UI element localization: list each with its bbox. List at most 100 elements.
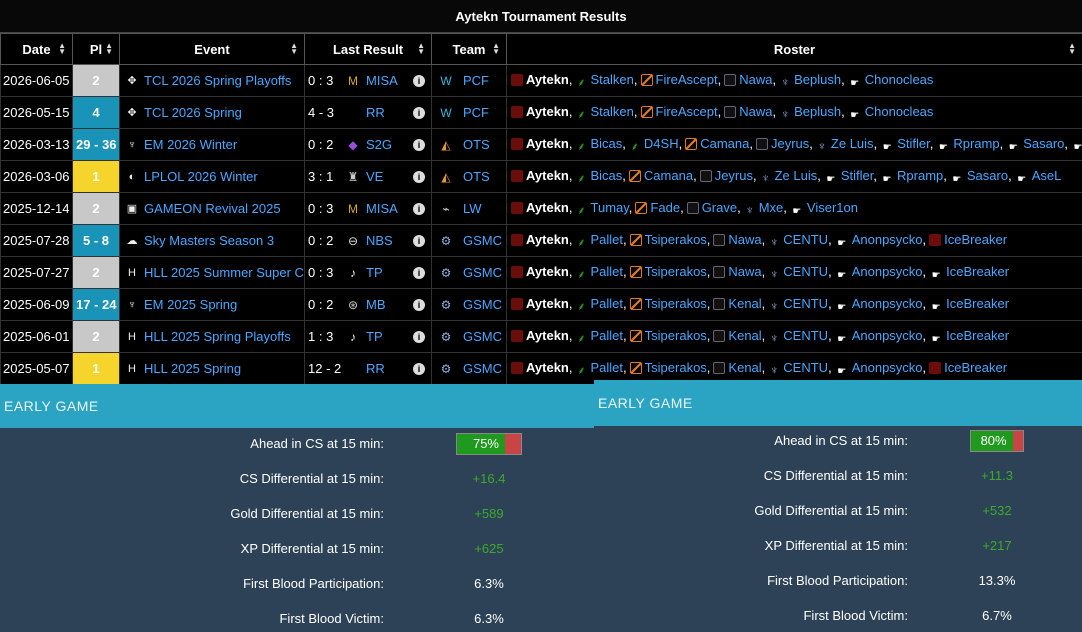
sort-icon[interactable]: ▲ ▼ bbox=[1068, 42, 1076, 56]
event-link[interactable]: GAMEON Revival 2025 bbox=[144, 201, 281, 216]
player-link[interactable]: IceBreaker bbox=[946, 296, 1009, 311]
player-link[interactable]: FireAscept bbox=[656, 72, 718, 87]
team-link[interactable]: GSMC bbox=[463, 265, 502, 280]
player-link[interactable]: Camana bbox=[644, 168, 693, 183]
col-header-date[interactable]: Date ▲ ▼ bbox=[0, 33, 73, 65]
event-link[interactable]: HLL 2025 Summer Super Cup bbox=[144, 265, 304, 280]
col-header-last-result[interactable]: Last Result ▲ ▼ bbox=[304, 33, 432, 65]
player-link[interactable]: Stalken bbox=[591, 104, 634, 119]
team-cell[interactable]: ◭ OTS bbox=[431, 160, 507, 193]
player-link[interactable]: Nawa bbox=[728, 232, 761, 247]
player-link[interactable]: Beplush bbox=[794, 104, 841, 119]
opponent-link[interactable]: RR bbox=[366, 361, 385, 376]
team-link[interactable]: OTS bbox=[463, 137, 490, 152]
player-link[interactable]: Tsiperakos bbox=[645, 232, 707, 247]
event-cell[interactable]: ☁ Sky Masters Season 3 bbox=[119, 224, 305, 257]
team-link[interactable]: GSMC bbox=[463, 361, 502, 376]
player-link[interactable]: Pallet bbox=[591, 360, 624, 375]
opponent-link[interactable]: MB bbox=[366, 297, 386, 312]
player-link[interactable]: Tumay bbox=[591, 200, 629, 215]
player-link[interactable]: Kenal bbox=[728, 296, 761, 311]
player-link[interactable]: Aytekn bbox=[526, 72, 569, 87]
player-link[interactable]: CENTU bbox=[783, 296, 828, 311]
event-cell[interactable]: ♆ EM 2026 Winter bbox=[119, 128, 305, 161]
info-icon[interactable]: i bbox=[413, 106, 425, 119]
player-link[interactable]: Aytekn bbox=[526, 136, 569, 151]
col-header-team[interactable]: Team ▲ ▼ bbox=[431, 33, 507, 65]
player-link[interactable]: CENTU bbox=[783, 360, 828, 375]
player-link[interactable]: Pallet bbox=[591, 264, 624, 279]
sort-icon[interactable]: ▲ ▼ bbox=[105, 42, 113, 56]
player-link[interactable]: Sasaro bbox=[967, 168, 1008, 183]
team-link[interactable]: LW bbox=[463, 201, 482, 216]
team-cell[interactable]: ⌁ LW bbox=[431, 192, 507, 225]
opponent-link[interactable]: VE bbox=[366, 169, 383, 184]
event-link[interactable]: TCL 2026 Spring Playoffs bbox=[144, 73, 291, 88]
opponent-link[interactable]: MISA bbox=[366, 73, 398, 88]
player-link[interactable]: Jeyrus bbox=[771, 136, 809, 151]
player-link[interactable]: Aytekn bbox=[526, 360, 569, 375]
opponent-link[interactable]: TP bbox=[366, 265, 383, 280]
event-cell[interactable]: ◐ LPLOL 2026 Winter bbox=[119, 160, 305, 193]
sort-icon[interactable]: ▲ ▼ bbox=[290, 42, 298, 56]
team-cell[interactable]: ⚙ GSMC bbox=[431, 288, 507, 321]
player-link[interactable]: Aytekn bbox=[526, 296, 569, 311]
event-cell[interactable]: ✥ TCL 2026 Spring bbox=[119, 96, 305, 129]
player-link[interactable]: Ze Luis bbox=[831, 136, 874, 151]
col-header-event[interactable]: Event ▲ ▼ bbox=[119, 33, 305, 65]
player-link[interactable]: Aytekn bbox=[526, 328, 569, 343]
player-link[interactable]: Viser1on bbox=[807, 200, 858, 215]
event-cell[interactable]: ♆ EM 2025 Spring bbox=[119, 288, 305, 321]
event-link[interactable]: LPLOL 2026 Winter bbox=[144, 169, 258, 184]
event-cell[interactable]: ▣ GAMEON Revival 2025 bbox=[119, 192, 305, 225]
player-link[interactable]: IceBreaker bbox=[946, 264, 1009, 279]
player-link[interactable]: Aytekn bbox=[526, 264, 569, 279]
team-cell[interactable]: ⚙ GSMC bbox=[431, 224, 507, 257]
col-header-pl[interactable]: Pl ▲ ▼ bbox=[72, 33, 120, 65]
opponent-link[interactable]: RR bbox=[366, 105, 385, 120]
event-link[interactable]: EM 2025 Spring bbox=[144, 297, 237, 312]
player-link[interactable]: Rpramp bbox=[897, 168, 943, 183]
sort-icon[interactable]: ▲ ▼ bbox=[417, 42, 425, 56]
player-link[interactable]: Pallet bbox=[591, 296, 624, 311]
event-cell[interactable]: H HLL 2025 Summer Super Cup bbox=[119, 256, 305, 289]
player-link[interactable]: IceBreaker bbox=[944, 232, 1007, 247]
player-link[interactable]: Mxe bbox=[759, 200, 784, 215]
player-link[interactable]: FireAscept bbox=[656, 104, 718, 119]
info-icon[interactable]: i bbox=[413, 330, 425, 343]
info-icon[interactable]: i bbox=[413, 202, 425, 215]
player-link[interactable]: Anonpsycko bbox=[852, 264, 923, 279]
player-link[interactable]: Chonocleas bbox=[865, 104, 934, 119]
event-cell[interactable]: H HLL 2025 Spring Playoffs bbox=[119, 320, 305, 353]
player-link[interactable]: Stifler bbox=[841, 168, 874, 183]
player-link[interactable]: Anonpsycko bbox=[852, 328, 923, 343]
player-link[interactable]: Tsiperakos bbox=[645, 264, 707, 279]
sort-icon[interactable]: ▲ ▼ bbox=[492, 42, 500, 56]
player-link[interactable]: Anonpsycko bbox=[852, 360, 923, 375]
player-link[interactable]: AseL bbox=[1032, 168, 1062, 183]
player-link[interactable]: Pallet bbox=[591, 328, 624, 343]
player-link[interactable]: Aytekn bbox=[526, 232, 569, 247]
player-link[interactable]: Pallet bbox=[591, 232, 624, 247]
player-link[interactable]: Kenal bbox=[728, 328, 761, 343]
info-icon[interactable]: i bbox=[413, 362, 425, 375]
opponent-link[interactable]: TP bbox=[366, 329, 383, 344]
info-icon[interactable]: i bbox=[413, 74, 425, 87]
player-link[interactable]: Beplush bbox=[794, 72, 841, 87]
player-link[interactable]: Bicas bbox=[591, 168, 623, 183]
player-link[interactable]: Tsiperakos bbox=[645, 296, 707, 311]
player-link[interactable]: Aytekn bbox=[526, 168, 569, 183]
player-link[interactable]: CENTU bbox=[783, 328, 828, 343]
event-cell[interactable]: H HLL 2025 Spring bbox=[119, 352, 305, 385]
player-link[interactable]: CENTU bbox=[783, 264, 828, 279]
player-link[interactable]: Aytekn bbox=[526, 200, 569, 215]
player-link[interactable]: Kenal bbox=[728, 360, 761, 375]
opponent-link[interactable]: MISA bbox=[366, 201, 398, 216]
team-link[interactable]: OTS bbox=[463, 169, 490, 184]
player-link[interactable]: Camana bbox=[700, 136, 749, 151]
player-link[interactable]: Tsiperakos bbox=[645, 328, 707, 343]
team-cell[interactable]: ⚙ GSMC bbox=[431, 320, 507, 353]
player-link[interactable]: Nawa bbox=[739, 104, 772, 119]
team-cell[interactable]: ⚙ GSMC bbox=[431, 352, 507, 385]
player-link[interactable]: Sasaro bbox=[1023, 136, 1064, 151]
